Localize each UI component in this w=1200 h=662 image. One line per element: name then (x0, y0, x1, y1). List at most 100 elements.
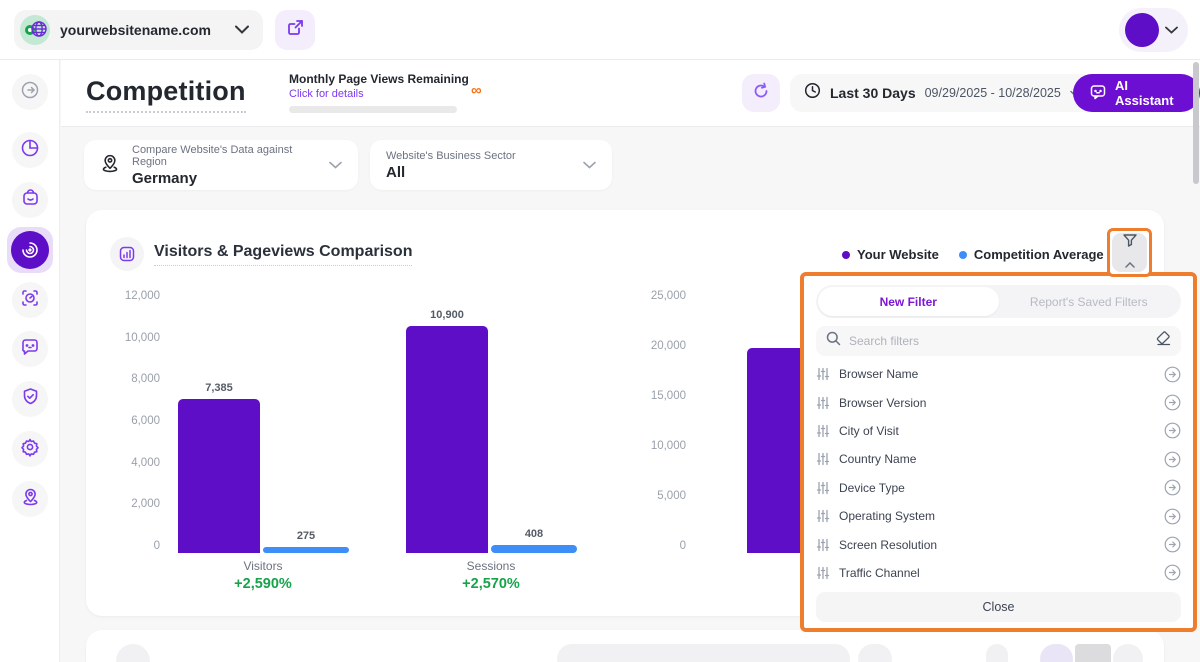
next-section-card (86, 630, 1164, 662)
filter-item-label: City of Visit (839, 424, 899, 438)
search-icon (826, 331, 841, 351)
sidebar-item-settings-gear[interactable] (12, 431, 48, 467)
filter-item-browser-name[interactable]: Browser Name (816, 360, 1181, 388)
pill-placeholder (1113, 644, 1143, 662)
sector-filter-dropdown[interactable]: Website's Business Sector All (370, 140, 612, 190)
arrow-circle-right-icon[interactable] (1164, 479, 1181, 496)
y-axis-right-tick: 10,000 (626, 440, 686, 452)
chevron-down-icon (583, 156, 596, 174)
bar-value-label: 10,900 (406, 309, 488, 321)
legend-label: Competition Average (974, 247, 1104, 262)
arrow-circle-right-icon[interactable] (1164, 394, 1181, 411)
tab-new-filter[interactable]: New Filter (818, 287, 999, 316)
sliders-icon (816, 566, 830, 580)
sidebar-item-focus-scan[interactable] (12, 282, 48, 318)
site-selector[interactable]: yourwebsitename.com (14, 10, 263, 50)
pill-placeholder (557, 644, 850, 662)
eraser-icon[interactable] (1156, 331, 1171, 351)
change-label-sessions: +2,570% (391, 576, 591, 592)
sidebar-item-feedback-chat[interactable] (12, 331, 48, 367)
filter-search-row (816, 326, 1181, 356)
filter-item-label: Operating System (839, 509, 935, 523)
shield-check-icon (21, 387, 40, 411)
quota-details-link[interactable]: Click for details (289, 88, 489, 100)
arrow-circle-right-icon[interactable] (1164, 451, 1181, 468)
filter-item-traffic-channel[interactable]: Traffic Channel (816, 559, 1181, 587)
section-icon-placeholder (116, 644, 150, 662)
app-root: yourwebsitename.com (0, 0, 1200, 662)
funnel-icon (1122, 233, 1138, 253)
filter-item-city-of-visit[interactable]: City of Visit (816, 417, 1181, 445)
arrow-circle-right-icon[interactable] (1164, 564, 1181, 581)
pie-chart-icon (20, 138, 40, 163)
change-label-visitors: +2,590% (163, 576, 363, 592)
scrollbar-thumb[interactable] (1193, 62, 1199, 184)
y-axis-left-tick: 6,000 (100, 415, 160, 427)
filter-panel: New Filter Report's Saved Filters Browse… (800, 272, 1197, 632)
bar-value-label: 408 (491, 528, 577, 540)
chart-legend: Your WebsiteCompetition Average (842, 247, 1104, 262)
site-logo-icon (20, 15, 50, 45)
y-axis-left-tick: 10,000 (100, 332, 160, 344)
date-range-value: 09/29/2025 - 10/28/2025 (925, 86, 1061, 100)
filter-button-highlight (1107, 228, 1152, 277)
bar-value-label: 7,385 (178, 382, 260, 394)
page-title: Competition (86, 76, 246, 113)
chevron-down-icon (1165, 21, 1178, 39)
filter-item-browser-version[interactable]: Browser Version (816, 388, 1181, 416)
bar-value-label: 275 (263, 530, 349, 542)
arrow-circle-right-icon[interactable] (1164, 536, 1181, 553)
arrow-circle-right-icon[interactable] (1164, 508, 1181, 525)
open-website-button[interactable] (275, 10, 315, 50)
filter-button[interactable] (1112, 233, 1147, 272)
focus-scan-icon (20, 288, 40, 313)
filter-item-country-name[interactable]: Country Name (816, 445, 1181, 473)
filter-panel-tabs: New Filter Report's Saved Filters (816, 285, 1181, 318)
chart-title: Visitors & Pageviews Comparison (154, 243, 412, 266)
sliders-icon (816, 424, 830, 438)
y-axis-right-tick: 20,000 (626, 340, 686, 352)
sidebar-item-ecommerce[interactable] (12, 182, 48, 218)
filter-search-input[interactable] (849, 334, 1148, 348)
refresh-button[interactable] (742, 74, 780, 112)
sliders-icon (816, 367, 830, 381)
ai-assistant-button[interactable]: AI Assistant (1073, 74, 1200, 112)
pill-placeholder (858, 644, 892, 662)
x-axis-label-sessions: Sessions (391, 559, 591, 573)
sidebar-item-expand-panel[interactable] (12, 74, 48, 110)
y-axis-right-tick: 15,000 (626, 390, 686, 402)
sliders-icon (816, 481, 830, 495)
y-axis-left-tick: 2,000 (100, 498, 160, 510)
y-axis-left-tick: 12,000 (100, 290, 160, 302)
sidebar-item-location-pin[interactable] (12, 481, 48, 517)
legend-dot (959, 251, 967, 259)
location-pin-icon (100, 153, 120, 178)
quota-value: ∞ (471, 82, 482, 99)
date-range-picker[interactable]: Last 30 Days 09/29/2025 - 10/28/2025 (790, 74, 1094, 112)
quota-block: Monthly Page Views Remaining Click for d… (289, 72, 489, 113)
region-filter-dropdown[interactable]: Compare Website's Data against Region Ge… (84, 140, 358, 190)
sliders-icon (816, 396, 830, 410)
sidebar-item-security-shield[interactable] (12, 381, 48, 417)
sidebar-item-competition[interactable] (7, 227, 53, 273)
avatar (1125, 13, 1159, 47)
filter-item-label: Country Name (839, 452, 916, 466)
sector-filter-label: Website's Business Sector (386, 150, 516, 162)
arrow-circle-right-icon[interactable] (1164, 422, 1181, 439)
topbar: yourwebsitename.com (0, 0, 1200, 60)
close-button[interactable]: Close (816, 592, 1181, 622)
sector-filter-value: All (386, 164, 516, 181)
filter-item-label: Screen Resolution (839, 538, 937, 552)
quota-progress-bar (289, 106, 457, 113)
y-axis-right-tick: 25,000 (626, 290, 686, 302)
filter-item-device-type[interactable]: Device Type (816, 474, 1181, 502)
sliders-icon (816, 538, 830, 552)
pill-placeholder (1040, 644, 1073, 662)
tab-saved-filters[interactable]: Report's Saved Filters (999, 287, 1180, 316)
filter-item-operating-system[interactable]: Operating System (816, 502, 1181, 530)
arrow-circle-right-icon[interactable] (1164, 366, 1181, 383)
pill-placeholder (1075, 644, 1111, 662)
sidebar-item-dashboard[interactable] (12, 132, 48, 168)
user-menu[interactable] (1119, 8, 1188, 52)
filter-item-screen-resolution[interactable]: Screen Resolution (816, 530, 1181, 558)
